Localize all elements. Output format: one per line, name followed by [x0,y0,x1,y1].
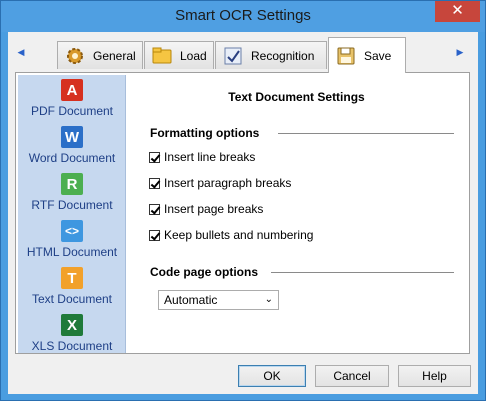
checkbox-label: Insert page breaks [164,202,264,216]
sidebar-item-label: RTF Document [31,198,113,212]
rtf-icon: R [61,173,83,195]
tab-label: Recognition [251,48,315,63]
gear-icon [64,45,86,67]
checkbox[interactable] [149,229,160,241]
code-page-options-title: Code page options [150,265,258,279]
window-title: Smart OCR Settings [175,7,311,24]
floppy-disk-icon [335,45,357,67]
checkbox-label: Keep bullets and numbering [164,228,314,242]
formatting-options-title: Formatting options [150,126,260,140]
sidebar-item-label: HTML Document [26,245,118,259]
code-page-select-value: Automatic [164,293,218,307]
sidebar-item-text[interactable]: T Text Document [18,267,126,313]
ok-button[interactable]: OK [238,365,306,387]
tab-label: General [93,48,136,63]
chevron-down-icon: ⌄ [264,294,273,305]
pdf-icon: A [61,79,83,101]
document-type-sidebar: A PDF Document W Word Document R RTF Doc… [18,75,126,353]
sidebar-item-word[interactable]: W Word Document [18,126,126,172]
tab-label: Save [364,48,392,63]
settings-content: Text Document Settings Formatting option… [126,75,467,353]
excel-icon: X [61,314,83,336]
text-icon: T [61,267,83,289]
sidebar-item-label: Text Document [31,292,113,306]
help-button[interactable]: Help [398,365,471,387]
section-divider [271,272,454,273]
tab-general[interactable]: General [57,41,143,69]
code-page-select[interactable]: Automatic ⌄ [158,290,279,310]
html-icon: <> [61,220,83,242]
tab-load[interactable]: Load [144,41,214,69]
word-icon: W [61,126,83,148]
section-divider [278,133,454,134]
cancel-button[interactable]: Cancel [315,365,389,387]
dialog-client-area: ◀ General Load Recognition Save ▶ A PDF … [8,32,478,394]
sidebar-item-label: Word Document [28,151,116,165]
checkbox-keep-bullets[interactable]: Keep bullets and numbering [149,227,313,243]
tab-strip: ◀ General Load Recognition Save ▶ [8,32,478,73]
sidebar-item-rtf[interactable]: R RTF Document [18,173,126,219]
sidebar-item-label: XLS Document [31,339,113,353]
sidebar-item-label: PDF Document [30,104,114,118]
sidebar-item-xls[interactable]: X XLS Document [18,314,126,360]
tab-label: Load [180,48,207,63]
tab-scroll-left-icon[interactable]: ◀ [15,46,27,58]
checkbox-label: Insert line breaks [164,150,256,164]
sidebar-item-html[interactable]: <> HTML Document [18,220,126,266]
sidebar-item-pdf[interactable]: A PDF Document [18,79,126,125]
settings-panel: A PDF Document W Word Document R RTF Doc… [15,72,470,354]
recognition-icon [222,45,244,67]
tab-scroll-right-icon[interactable]: ▶ [454,46,466,58]
close-button[interactable]: ✕ [435,1,480,22]
checkbox-insert-paragraph-breaks[interactable]: Insert paragraph breaks [149,175,291,191]
tab-recognition[interactable]: Recognition [215,41,327,69]
page-title: Text Document Settings [228,90,365,104]
checkbox-insert-line-breaks[interactable]: Insert line breaks [149,149,255,165]
checkbox[interactable] [149,151,160,163]
title-bar[interactable]: Smart OCR Settings ✕ [1,1,485,32]
checkbox[interactable] [149,177,160,189]
settings-window: Smart OCR Settings ✕ ◀ General Load Reco… [0,0,486,401]
checkbox-insert-page-breaks[interactable]: Insert page breaks [149,201,263,217]
tab-save[interactable]: Save [328,37,406,73]
checkbox[interactable] [149,203,160,215]
folder-icon [151,45,173,67]
checkbox-label: Insert paragraph breaks [164,176,292,190]
